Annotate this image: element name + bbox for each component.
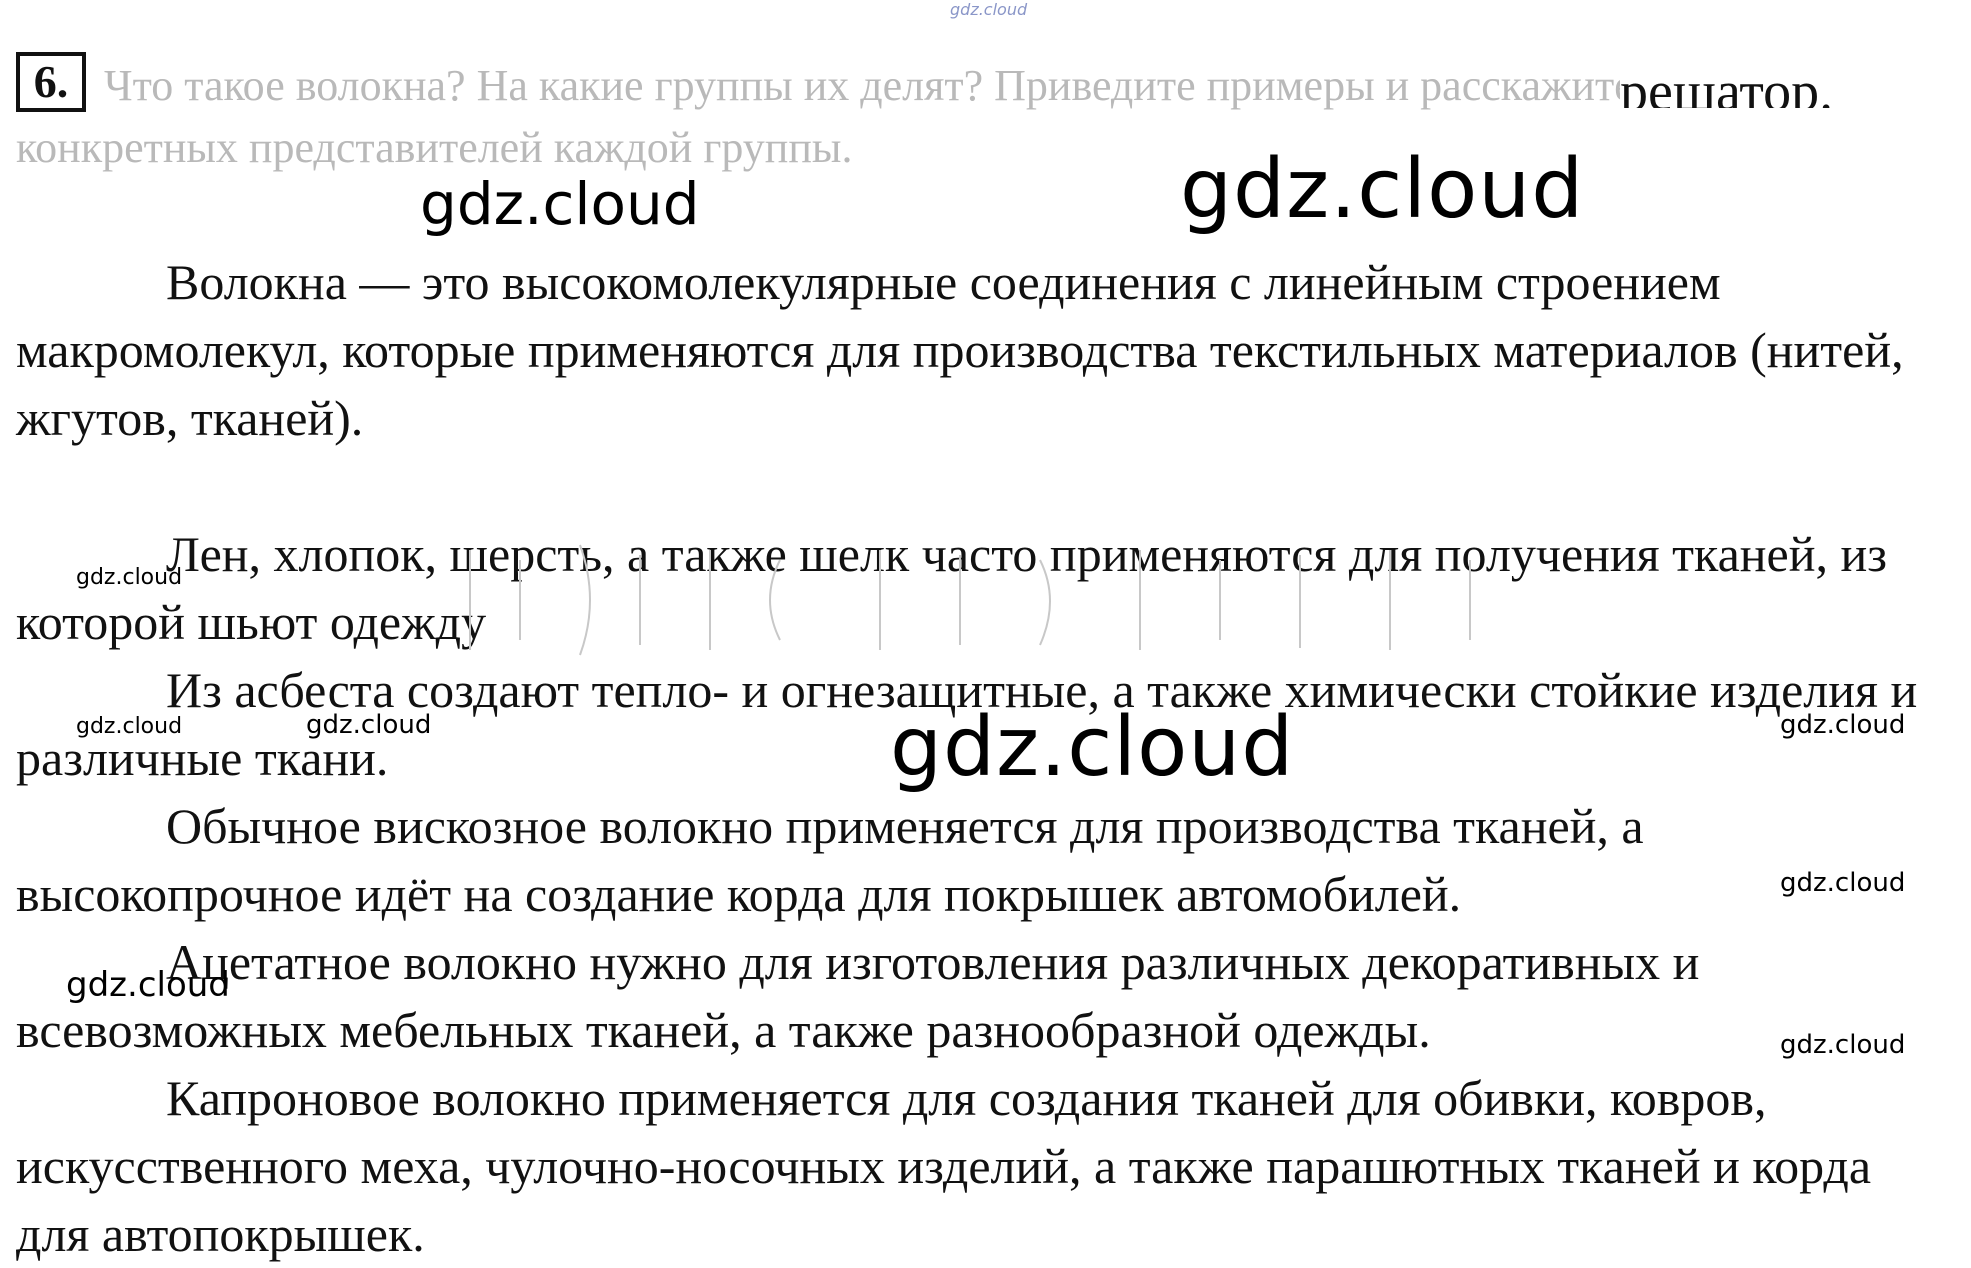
watermark: gdz.cloud bbox=[1780, 1030, 1906, 1060]
watermark: gdz.cloud bbox=[420, 170, 700, 238]
answer-paragraph-5: Ацетатное волокно нужно для изготовления… bbox=[16, 934, 1700, 1058]
answer-paragraph-4: Обычное вискозное волокно применяется дл… bbox=[16, 798, 1644, 922]
answer-paragraph-2: Лен, хлопок, шерсть, а также шелк часто … bbox=[16, 526, 1887, 650]
watermark: gdz.cloud bbox=[890, 700, 1295, 795]
watermark: gdz.cloud bbox=[66, 965, 230, 1005]
watermark: gdz.cloud bbox=[76, 565, 183, 590]
document-page: gdz.cloud Что такое волокна? На какие гр… bbox=[0, 0, 1971, 1262]
watermark: gdz.cloud bbox=[1780, 868, 1906, 898]
site-watermark-top: gdz.cloud bbox=[950, 0, 1028, 19]
answer-paragraph-1: Волокна — это высокомолекулярные соедине… bbox=[16, 254, 1904, 446]
overlay-word: решатор. bbox=[1620, 50, 1910, 108]
watermark: gdz.cloud bbox=[76, 714, 183, 739]
watermark: gdz.cloud bbox=[1180, 142, 1585, 237]
task-question: Что такое волокна? На какие группы их де… bbox=[16, 61, 1849, 172]
watermark: gdz.cloud bbox=[1780, 710, 1906, 740]
answer-paragraph-6: Капроновое волокно применяется для созда… bbox=[16, 1070, 1872, 1262]
watermark: gdz.cloud bbox=[306, 710, 432, 740]
task-number: 6. bbox=[16, 52, 86, 112]
